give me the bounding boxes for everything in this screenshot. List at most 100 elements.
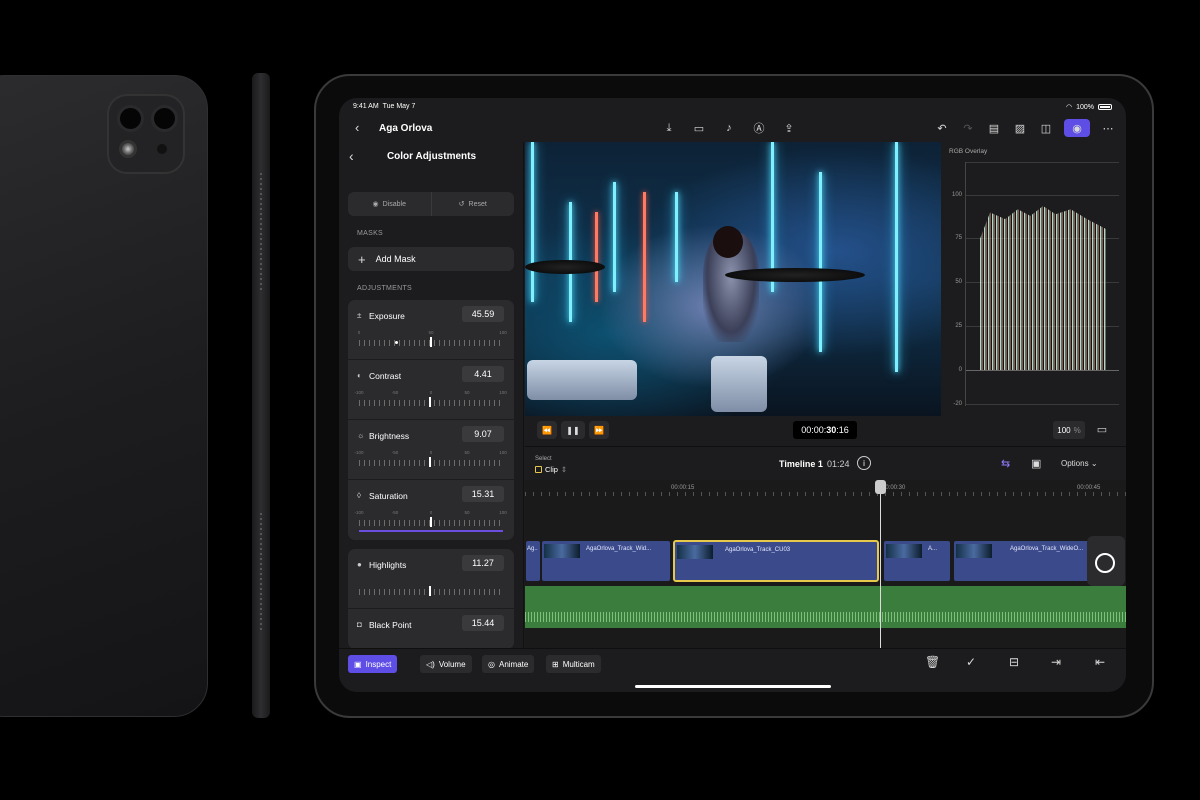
flash [119, 140, 137, 158]
animate-button[interactable]: ◎ Animate [482, 655, 535, 673]
detach-audio-icon[interactable]: ⇥ [1051, 655, 1061, 669]
waveform-trace [980, 206, 1106, 370]
plus-icon: + [358, 251, 366, 267]
fast-forward-button[interactable]: ⏩ [589, 421, 609, 439]
fast-forward-icon: ⏩ [594, 425, 604, 435]
inspect-icon: ▣ [354, 659, 362, 669]
reset-icon: ↺ [458, 201, 465, 208]
playhead-handle[interactable] [875, 480, 886, 494]
brightness-value-field[interactable]: 9.07 [462, 426, 504, 442]
timecode-display[interactable]: 00:00: 30:16 [793, 421, 857, 439]
more-icon[interactable]: ⋯ [1100, 120, 1116, 136]
home-indicator[interactable] [635, 685, 831, 688]
browser-icon[interactable]: ▤ [986, 120, 1002, 136]
adjustment-highlights[interactable]: ● Highlights 11.27 [348, 549, 514, 609]
transport-bar: ⏪ ❚❚ ⏩ 00:00: 30:16 100% ▭ [525, 416, 1125, 446]
options-button[interactable]: Options ⌄ [1061, 459, 1098, 468]
contrast-value-field[interactable]: 4.41 [462, 366, 504, 382]
pen-icon[interactable]: Ⓐ [751, 120, 767, 136]
brightness-slider[interactable] [359, 460, 503, 466]
clip-thumbnail [956, 544, 992, 558]
microphone [157, 144, 167, 154]
timeline-ruler[interactable] [525, 480, 1126, 496]
timeline[interactable]: 00:00:15 00:00:30 00:00:45 Ag.. AgaOrlov… [525, 480, 1126, 648]
highlights-icon: ● [357, 560, 362, 569]
effects-icon[interactable]: ◫ [1038, 120, 1054, 136]
highlights-value-field[interactable]: 11.27 [462, 555, 504, 571]
checkmark-icon[interactable]: ✓ [966, 655, 976, 669]
video-viewer[interactable] [525, 142, 941, 416]
adjustment-contrast[interactable]: ◐ Contrast 4.41 -100 -50 0 50 100 [348, 360, 514, 420]
multicam-button[interactable]: ⊞ Multicam [546, 655, 601, 673]
brightness-slider-handle[interactable] [429, 457, 431, 467]
volume-button[interactable]: ◁) Volume [420, 655, 472, 673]
camera-module [107, 94, 185, 174]
speaker-grille [260, 513, 262, 633]
clip-mode-selector[interactable]: Clip ⇕ [535, 465, 567, 474]
redo-icon[interactable]: ↷ [960, 120, 976, 136]
camera-lens [117, 105, 144, 132]
inspect-button[interactable]: ▣ Inspect [348, 655, 398, 673]
video-clip-selected[interactable]: AgaOrlova_Track_CU03 [673, 540, 879, 582]
audio-track[interactable] [525, 586, 1126, 628]
contrast-slider[interactable] [359, 400, 503, 406]
pause-button[interactable]: ❚❚ [561, 421, 585, 439]
black-point-value-field[interactable]: 15.44 [462, 615, 504, 631]
scope-title: RGB Overlay [949, 148, 988, 155]
inspector-icon[interactable]: ◉ [1064, 119, 1090, 137]
saturation-slider-handle[interactable] [430, 517, 432, 527]
scope-plot: 100 75 50 25 0 -20 [952, 162, 1119, 407]
adjustment-exposure[interactable]: ± Exposure 45.59 0 50 100 [348, 300, 514, 360]
adjustments-group-2: ● Highlights 11.27 ◘ Black Point 15.44 [348, 549, 514, 649]
video-clip[interactable]: AgaOrlova_Track_WideO... [953, 540, 1093, 582]
undo-icon[interactable]: ↶ [934, 120, 950, 136]
chevron-updown-icon: ⇕ [560, 465, 568, 474]
reset-button[interactable]: ↺ Reset [430, 192, 515, 216]
trim-icon[interactable]: ⇤ [1095, 655, 1105, 669]
brightness-icon: ☼ [357, 431, 365, 440]
saturation-value-field[interactable]: 15.31 [462, 486, 504, 502]
highlights-slider[interactable] [359, 589, 503, 595]
info-icon[interactable]: i [857, 456, 871, 470]
snapping-icon[interactable]: ⇆ [1001, 457, 1010, 470]
battery-percent: 100% [1076, 103, 1094, 111]
select-label: Select [535, 456, 552, 462]
add-mask-button[interactable]: + Add Mask [348, 247, 514, 271]
saturation-color-bar [359, 530, 503, 532]
mic-icon[interactable]: ♪ [721, 120, 737, 136]
bottom-toolbar: ▣ Inspect ◁) Volume ◎ Animate ⊞ Multicam 🗑 ✓… [339, 648, 1126, 692]
disable-button[interactable]: ◉ Disable [348, 192, 431, 216]
contrast-slider-handle[interactable] [429, 397, 431, 407]
highlights-slider-handle[interactable] [429, 586, 431, 596]
timeline-duration: 01:24 [827, 459, 850, 469]
playhead[interactable] [880, 480, 881, 648]
trash-icon[interactable]: 🗑 [925, 655, 940, 669]
camera-icon[interactable]: ▭ [691, 120, 707, 136]
adjustments-group: ± Exposure 45.59 0 50 100 ◐ Contrast 4.4… [348, 300, 514, 540]
split-icon[interactable]: ⊟ [1009, 655, 1019, 669]
photos-icon[interactable]: ▨ [1012, 120, 1028, 136]
viewer-options-icon[interactable]: ▭ [1094, 421, 1110, 437]
share-icon[interactable]: ⇪ [781, 120, 797, 136]
adjustment-black-point[interactable]: ◘ Black Point 15.44 [348, 609, 514, 649]
battery-icon [1098, 104, 1112, 110]
rgb-overlay-scope: RGB Overlay 100 75 50 25 0 -20 [941, 142, 1126, 416]
timeline-title: Timeline 1 [779, 459, 823, 469]
multicam-icon: ⊞ [552, 659, 559, 669]
zoom-level[interactable]: 100% [1053, 421, 1085, 439]
video-clip[interactable]: A... [883, 540, 951, 582]
clip-appearance-icon[interactable]: ▣ [1031, 457, 1041, 470]
adjustments-section-label: ADJUSTMENTS [357, 285, 413, 292]
import-icon[interactable]: ⤓ [661, 120, 677, 136]
video-clip[interactable]: Ag.. [525, 540, 541, 582]
back-chevron-icon[interactable]: ‹ [355, 120, 359, 135]
exposure-value-field[interactable]: 45.59 [462, 306, 504, 322]
exposure-slider-handle[interactable] [430, 337, 432, 347]
jog-wheel[interactable] [1087, 536, 1125, 586]
video-clip[interactable]: AgaOrlova_Track_Wid... [541, 540, 671, 582]
rewind-button[interactable]: ⏪ [537, 421, 557, 439]
adjustment-brightness[interactable]: ☼ Brightness 9.07 -100 -50 0 50 100 [348, 420, 514, 480]
chevron-down-icon: ⌄ [1090, 459, 1098, 468]
adjustment-saturation[interactable]: ◊ Saturation 15.31 -100 -50 0 50 100 [348, 480, 514, 540]
jog-dial-icon [1095, 553, 1115, 573]
